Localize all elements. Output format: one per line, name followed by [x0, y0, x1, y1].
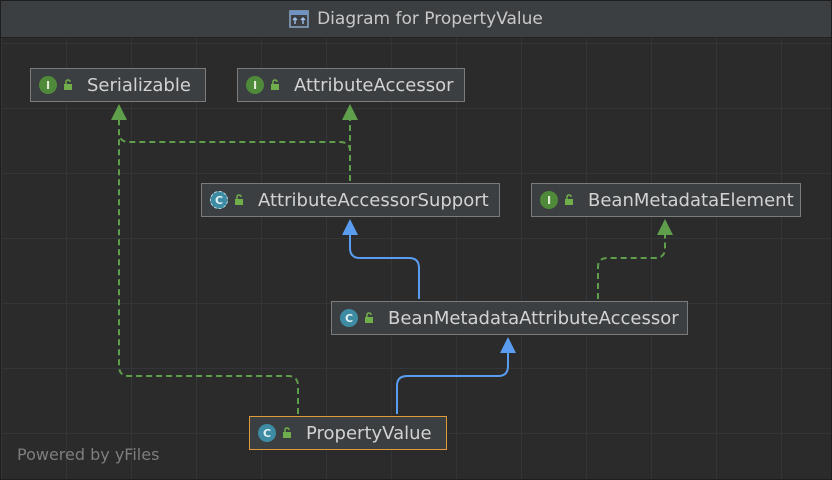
interface-icon: I	[246, 76, 264, 94]
diagram-canvas[interactable]: I Serializable I AttributeAccessor C Att…	[1, 38, 831, 479]
unlocked-padlock-icon	[283, 427, 291, 438]
node-attributeaccessorsupport[interactable]: C AttributeAccessorSupport	[201, 183, 500, 217]
edge-bmaa-implements-beanmetadataelement	[597, 234, 666, 299]
node-label: AttributeAccessor	[294, 74, 454, 96]
class-icon: C	[340, 309, 358, 327]
unlocked-padlock-icon	[565, 194, 573, 205]
edge-arrowhead	[111, 104, 127, 120]
interface-icon: I	[39, 76, 57, 94]
node-beanmetadataelement[interactable]: I BeanMetadataElement	[531, 183, 801, 217]
edge-arrowhead	[342, 219, 358, 235]
diagram-window: Diagram for PropertyValue I Serializable…	[0, 0, 832, 480]
edge-arrowhead	[342, 104, 358, 120]
node-label: PropertyValue	[306, 422, 432, 444]
interface-icon: I	[540, 191, 558, 209]
node-label: BeanMetadataElement	[588, 189, 794, 211]
node-label: BeanMetadataAttributeAccessor	[388, 307, 679, 329]
node-attributeaccessor[interactable]: I AttributeAccessor	[237, 68, 465, 102]
edge-propertyvalue-implements-serializable	[118, 118, 299, 414]
unlocked-padlock-icon	[235, 194, 243, 205]
edge-propertyvalue-extends-bmaa	[396, 352, 509, 414]
class-diagram-icon	[289, 10, 309, 28]
abstract-class-icon: C	[210, 191, 228, 209]
powered-by-label: Powered by yFiles	[17, 445, 160, 464]
node-label: AttributeAccessorSupport	[258, 189, 489, 211]
class-icon: C	[258, 424, 276, 442]
edge-arrowhead	[657, 219, 673, 235]
window-title: Diagram for PropertyValue	[317, 9, 543, 29]
node-serializable[interactable]: I Serializable	[30, 68, 206, 102]
node-label: Serializable	[87, 74, 191, 96]
edge-aas-implements-serializable	[118, 131, 351, 181]
node-beanmetadataattributeaccessor[interactable]: C BeanMetadataAttributeAccessor	[331, 301, 688, 335]
edge-bmaa-extends-aas	[349, 234, 420, 299]
unlocked-padlock-icon	[271, 79, 279, 90]
node-propertyvalue[interactable]: C PropertyValue	[249, 416, 447, 450]
edges-layer	[111, 104, 673, 414]
edge-arrowhead	[500, 337, 516, 353]
unlocked-padlock-icon	[64, 79, 72, 90]
unlocked-padlock-icon	[365, 312, 373, 323]
title-bar: Diagram for PropertyValue	[1, 1, 831, 38]
